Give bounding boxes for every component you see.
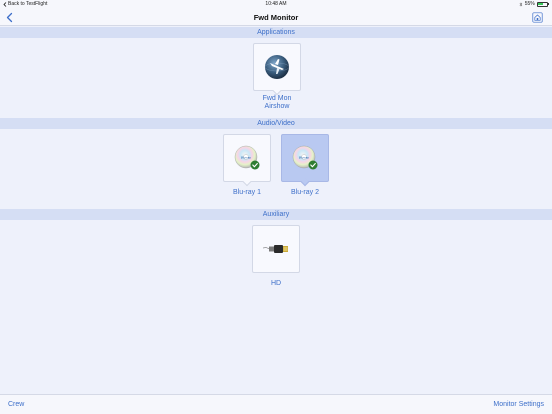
home-icon[interactable] [532, 12, 543, 23]
tile-label-fwd-mon-airshow: Fwd Mon Airshow [237, 95, 317, 111]
bluray-disc-icon: Blu-ray [234, 145, 260, 170]
crew-button[interactable]: Crew [8, 401, 24, 408]
tile-pointer [272, 86, 282, 96]
section-header-audio-video: Audio/Video [0, 118, 552, 129]
tile-label-bluray-2: Blu-ray 2 [290, 189, 319, 196]
tile-hd[interactable] [252, 225, 300, 273]
svg-text:Blu-ray: Blu-ray [299, 156, 309, 160]
section-header-auxiliary: Auxiliary [0, 209, 552, 220]
battery-percent: 55% [524, 1, 535, 7]
tile-pointer [242, 177, 252, 187]
monitor-settings-button[interactable]: Monitor Settings [493, 401, 544, 408]
tile-bluray-1[interactable]: Blu-ray [223, 134, 271, 187]
status-time: 10:48 AM [265, 1, 287, 7]
bottom-toolbar: Crew Monitor Settings [0, 394, 552, 414]
svg-text:Blu-ray: Blu-ray [241, 156, 251, 160]
airshow-globe-icon [264, 55, 290, 79]
status-right: 55% [519, 1, 549, 7]
battery-icon [536, 1, 548, 7]
bluetooth-icon [519, 1, 522, 7]
tile-label-hd: HD [270, 280, 282, 287]
tile-fwd-mon-airshow[interactable] [253, 43, 301, 96]
tile-pointer [300, 177, 310, 187]
hdmi-connector-icon [262, 245, 288, 253]
nav-bar: Fwd Monitor [0, 9, 552, 26]
battery-fill [538, 3, 544, 5]
tile-label-line2: Airshow [264, 103, 290, 110]
tile-bluray-2[interactable]: Blu-ray [281, 134, 329, 187]
status-bar: Back to TestFlight 10:48 AM 55% [0, 0, 552, 9]
bluray-disc-icon: Blu-ray [292, 145, 318, 170]
tile-label-line1: Fwd Mon [262, 95, 292, 102]
section-header-applications: Applications [0, 27, 552, 38]
page-title: Fwd Monitor [253, 13, 299, 22]
battery-tip [548, 2, 549, 6]
